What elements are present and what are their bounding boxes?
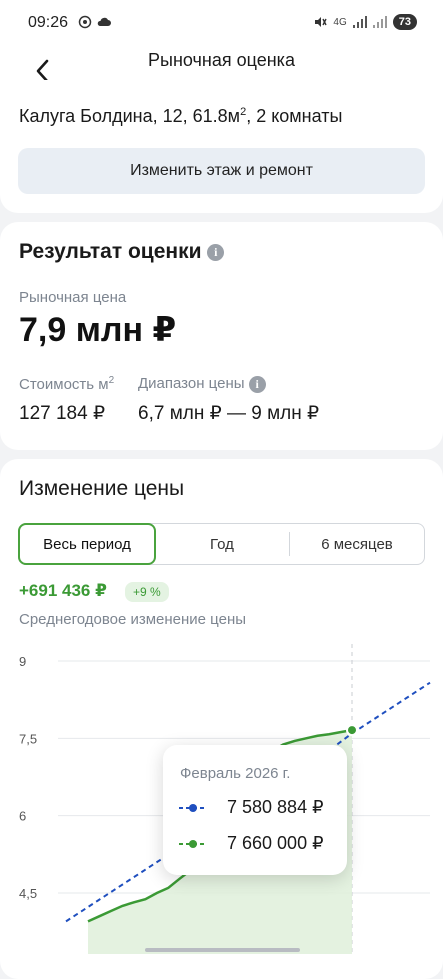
status-time: 09:26: [28, 14, 69, 31]
y-tick-label: 9: [19, 654, 26, 669]
chart-y-ticks: 9 7,5 6 4,5: [19, 654, 37, 901]
price-change-description: Среднегодовое изменение цены: [19, 611, 247, 628]
price-change-value: +691 436 ₽: [19, 581, 107, 600]
info-icon[interactable]: i: [207, 243, 225, 261]
tab-all-period[interactable]: Весь период: [18, 523, 156, 565]
property-address: Калуга Болдина, 12, 61.8м2, 2 комнаты: [19, 106, 342, 127]
change-floor-renovation-button[interactable]: Изменить этаж и ремонт: [18, 148, 425, 194]
chart-tooltip: Февраль 2026 г. 7 580 884 ₽ 7 660 000 ₽: [163, 745, 347, 875]
range-info-icon[interactable]: i: [248, 375, 266, 393]
tooltip-date: Февраль 2026 г.: [180, 765, 291, 782]
tooltip-trend-row: 7 580 884 ₽: [179, 797, 324, 818]
period-tabs: Весь период Год 6 месяцев: [18, 523, 425, 565]
cost-per-m2-label: Стоимость м2: [19, 375, 114, 393]
y-tick-label: 4,5: [19, 886, 37, 901]
valuation-card: Результат оценки i Рыночная цена 7,9 млн…: [0, 222, 443, 450]
page-title: Рыночная оценка: [148, 50, 295, 70]
y-tick-label: 6: [19, 809, 26, 824]
cost-per-m2-label-text: Стоимость м: [19, 376, 109, 393]
tooltip-actual-row: 7 660 000 ₽: [179, 833, 324, 854]
trend-legend-icon: [179, 803, 207, 812]
cost-per-m2-sup: 2: [108, 375, 115, 386]
cloud-icon: [97, 17, 111, 26]
battery-indicator: 73: [392, 14, 417, 30]
actual-legend-icon: [179, 839, 207, 848]
y-tick-label: 7,5: [19, 731, 37, 746]
market-price-label: Рыночная цена: [19, 289, 127, 306]
address-prefix: Калуга Болдина, 12, 61.8м: [19, 106, 241, 126]
tab-year[interactable]: Год: [155, 524, 289, 564]
price-range: 6,7 млн ₽ — 9 млн ₽: [138, 403, 320, 424]
price-range-label-text: Диапазон цены: [138, 375, 245, 392]
market-price: 7,9 млн ₽: [19, 311, 177, 349]
tab-six-months[interactable]: 6 месяцев: [290, 524, 424, 564]
tooltip-trend-value: 7 580 884 ₽: [227, 797, 324, 817]
tooltip-actual-value: 7 660 000 ₽: [227, 833, 324, 853]
cost-per-m2: 127 184 ₽: [19, 403, 106, 424]
price-change-badge: +9 %: [125, 582, 169, 602]
price-change-title: Изменение цены: [19, 477, 185, 500]
signal-icon-2: [372, 16, 387, 28]
network-type: 4G: [333, 16, 347, 28]
notification-icon: [78, 15, 92, 29]
mute-icon: [315, 17, 328, 27]
price-change-card: Изменение цены Весь период Год 6 месяцев…: [0, 459, 443, 979]
address-suffix: , 2 комнаты: [246, 106, 343, 126]
status-bar: 09:26 4G 73: [0, 0, 443, 46]
home-indicator[interactable]: [145, 948, 300, 952]
actual-highlight-point: [346, 724, 358, 737]
valuation-title-text: Результат оценки: [19, 240, 202, 263]
valuation-title: Результат оценки i: [19, 240, 225, 264]
price-range-label: Диапазон цены i: [138, 375, 266, 393]
property-card: Калуга Болдина, 12, 61.8м2, 2 комнаты Из…: [0, 80, 443, 213]
status-notification-icons: [78, 15, 112, 29]
status-right-icons: 4G 73: [313, 14, 417, 30]
chart-points: [346, 724, 358, 737]
signal-icon: [352, 16, 367, 28]
